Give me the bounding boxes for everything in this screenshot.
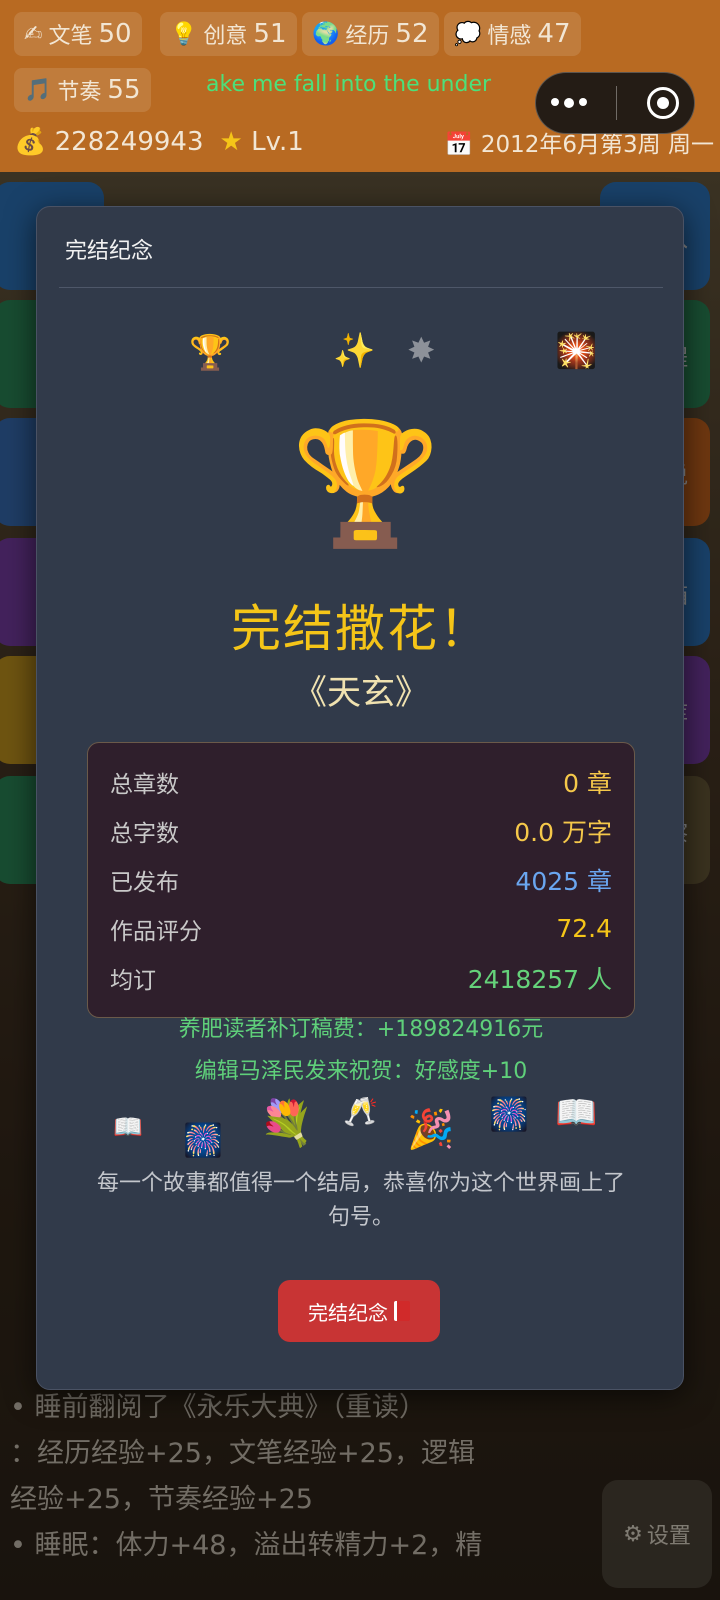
reward-editor-favor: 编辑马泽民发来祝贺：好感度+10 xyxy=(194,1059,528,1084)
bulb-icon: 💡 xyxy=(170,21,198,47)
music-icon: 🎵 xyxy=(24,77,52,103)
thought-icon: 💭 xyxy=(454,21,482,47)
level-value: Lv.1 xyxy=(251,127,304,157)
reward-royalty: 养肥读者补订稿费：+189824916元 xyxy=(178,1017,544,1042)
burst-icon: ✸ xyxy=(407,331,436,371)
pen-icon: ✍ xyxy=(24,21,43,47)
bouquet-icon: 💐 xyxy=(259,1098,314,1149)
completion-modal: 完结纪念 🏆 ✨ ✸ 🎇 🏆 完结撒花！ 《天玄》 总章数 0 章 总字数 0.… xyxy=(36,206,684,1390)
trophy-icon: 🏆 xyxy=(291,415,441,554)
completion-memorial-button[interactable]: 完结纪念 xyxy=(278,1280,440,1342)
stat-row-rating: 作品评分 72.4 xyxy=(110,914,612,945)
lyric-marquee: ake me fall into the under xyxy=(206,72,492,97)
globe-icon: 🌍 xyxy=(312,21,340,47)
capsule-divider xyxy=(616,86,618,120)
sparkles-icon: ✨ xyxy=(333,331,376,371)
more-options-icon[interactable] xyxy=(550,98,587,108)
fireworks-icon: 🎆 xyxy=(183,1121,223,1159)
stat-rhythm: 🎵 节奏 55 xyxy=(14,68,151,112)
stat-row-words: 总字数 0.0 万字 xyxy=(110,817,612,847)
completion-stats: 总章数 0 章 总字数 0.0 万字 已发布 4025 章 作品评分 72.4 … xyxy=(87,742,635,1018)
modal-divider xyxy=(59,287,663,288)
champagne-icon: 🥂 xyxy=(343,1095,378,1128)
red-book-icon xyxy=(394,1301,410,1321)
status-top-bar: ✍ 文笔 50 💡 创意 51 🌍 经历 52 💭 情感 47 🎵 节奏 55 … xyxy=(0,0,720,172)
completion-headline: 完结撒花！ xyxy=(231,600,491,658)
stat-creativity: 💡 创意 51 xyxy=(160,12,297,56)
modal-title: 完结纪念 xyxy=(65,239,154,264)
stat-emotion: 💭 情感 47 xyxy=(444,12,581,56)
fireworks-icon-2: 🎆 xyxy=(489,1095,529,1133)
stat-row-subscribers: 均订 2418257 人 xyxy=(110,964,612,994)
calendar-icon: 📅 xyxy=(444,132,481,158)
book-icon: 📖 xyxy=(113,1113,143,1141)
miniprogram-capsule xyxy=(535,72,695,134)
stat-writing: ✍ 文笔 50 xyxy=(14,12,142,56)
money-bag-icon: 💰 xyxy=(14,127,55,157)
book-title: 《天玄》 xyxy=(293,673,429,713)
sparkler-icon: 🎇 xyxy=(555,331,598,371)
book-icon-2: 📖 xyxy=(555,1093,598,1133)
stat-row-chapters: 总章数 0 章 xyxy=(110,768,612,798)
blessing-text: 每一个故事都值得一个结局，恭喜你为这个世界画上了句号。 xyxy=(97,1171,626,1230)
stat-experience: 🌍 经历 52 xyxy=(302,12,439,56)
stat-row-published: 已发布 4025 章 xyxy=(110,866,612,896)
money-value: 228249943 xyxy=(54,127,204,157)
trophy-small-icon: 🏆 xyxy=(189,333,232,373)
close-miniprogram-icon[interactable] xyxy=(647,87,680,119)
party-popper-icon: 🎉 xyxy=(407,1107,455,1151)
star-icon: ★ xyxy=(219,127,252,157)
